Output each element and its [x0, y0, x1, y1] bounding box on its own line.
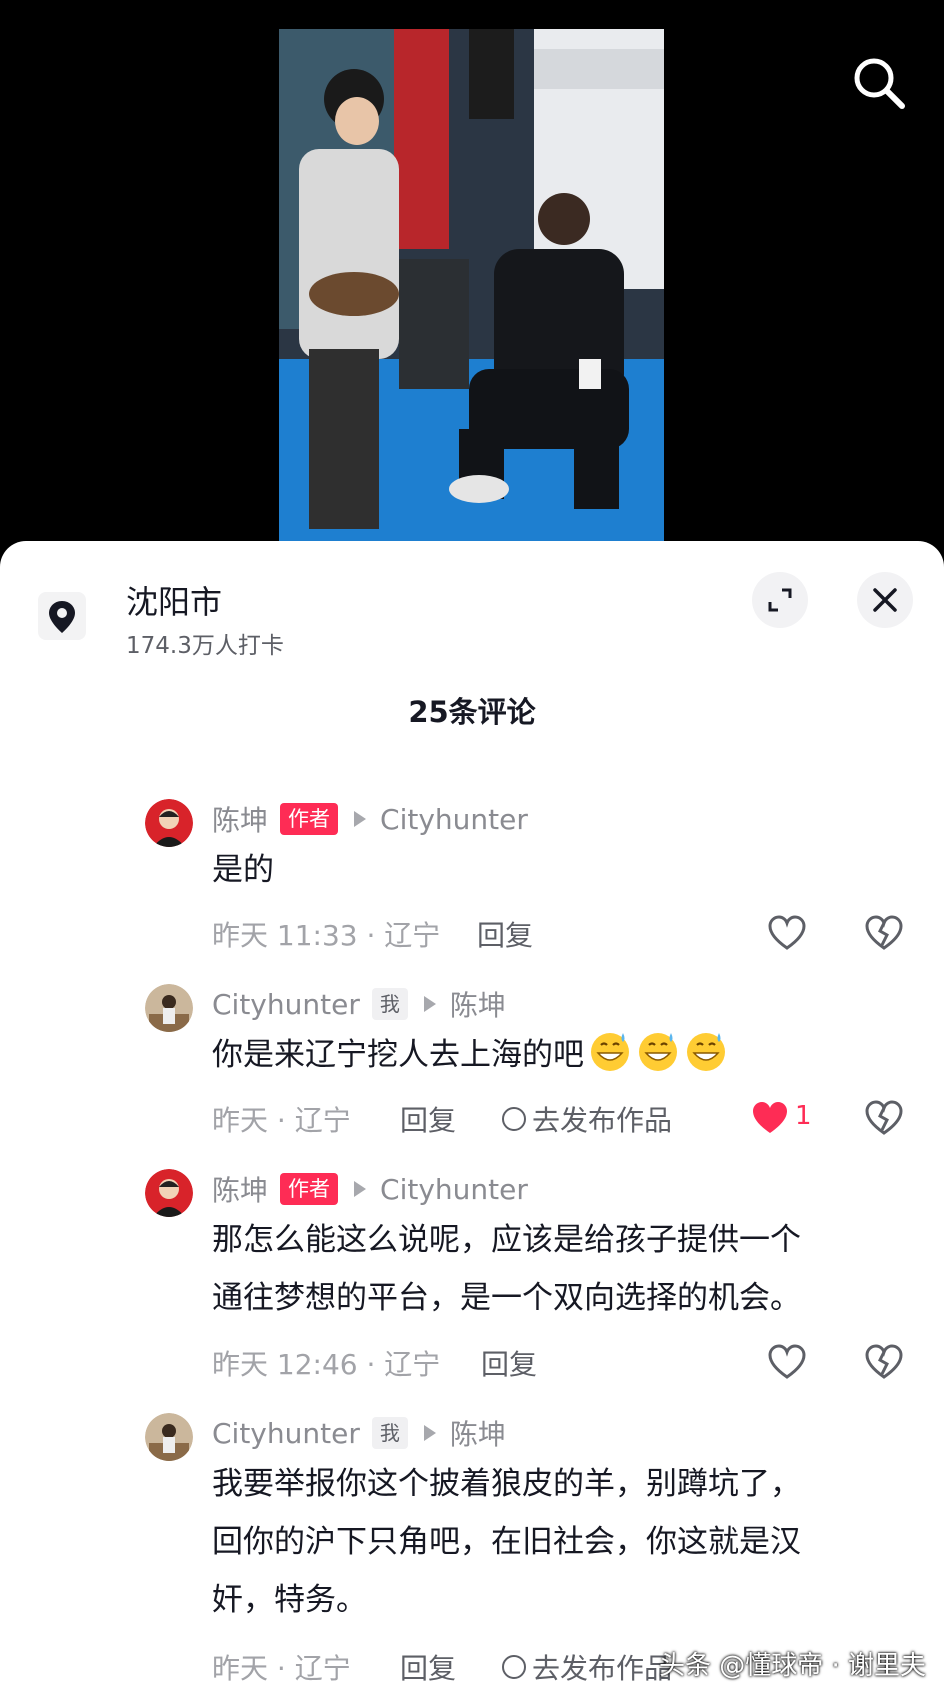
- comment-meta: 昨天 12:46 · 辽宁: [212, 1348, 441, 1381]
- comment-count: 25条评论: [408, 695, 536, 729]
- comment-text-line: 我要举报你这个披着狼皮的羊，别蹲坑了，: [212, 1466, 801, 1502]
- share-circle-icon: [502, 1107, 526, 1131]
- comment-text-line: 奸，特务。: [212, 1582, 367, 1618]
- location-title[interactable]: 沈阳市: [126, 577, 222, 623]
- reply-button[interactable]: 回复: [400, 1099, 456, 1139]
- comment-text-line: 通往梦想的平台，是一个双向选择的机会。: [212, 1280, 801, 1316]
- avatar[interactable]: [145, 799, 193, 847]
- heart-icon[interactable]: [748, 1096, 792, 1140]
- publish-label: 去发布作品: [532, 1652, 673, 1685]
- share-circle-icon: [502, 1655, 526, 1679]
- avatar[interactable]: [145, 1169, 193, 1217]
- reply-to-user[interactable]: 陈坤: [450, 984, 506, 1024]
- scrolled-comment-remnant: [0, 733, 944, 779]
- like-count: 1: [795, 1101, 812, 1131]
- dislike-icon[interactable]: [862, 1340, 906, 1384]
- watermark: 头条 @懂球帝 · 谢里夫: [658, 1651, 926, 1681]
- avatar[interactable]: [145, 1413, 193, 1461]
- expand-icon[interactable]: [752, 572, 808, 628]
- sweat-grin-emoji-icon: [639, 1033, 677, 1071]
- publish-label: 去发布作品: [532, 1104, 673, 1137]
- reply-arrow-icon: [423, 1425, 436, 1441]
- comment-sheet: 沈阳市 174.3万人打卡 25条评论 陈坤 作者 Cityhunter 是的 …: [0, 541, 944, 1696]
- comment-author[interactable]: 陈坤: [212, 1169, 268, 1209]
- comment-author-row: 陈坤 作者 Cityhunter: [212, 799, 528, 839]
- comment-author[interactable]: 陈坤: [212, 799, 268, 839]
- comment-author-row: Cityhunter 我 陈坤: [212, 984, 506, 1024]
- search-icon[interactable]: [848, 52, 910, 114]
- reply-button[interactable]: 回复: [400, 1647, 456, 1687]
- reply-arrow-icon: [354, 1181, 367, 1197]
- comment-text-row: 你是来辽宁挖人去上海的吧: [212, 1026, 892, 1084]
- publish-work-link[interactable]: 去发布作品: [502, 1099, 672, 1139]
- comment-text-line: 那怎么能这么说呢，应该是给孩子提供一个: [212, 1222, 801, 1258]
- video-area[interactable]: [0, 0, 944, 560]
- reply-arrow-icon: [423, 996, 436, 1012]
- reply-arrow-icon: [354, 811, 367, 827]
- author-badge: 作者: [280, 1173, 339, 1205]
- reply-to-user[interactable]: Cityhunter: [380, 1173, 528, 1206]
- reply-to-user[interactable]: 陈坤: [450, 1413, 506, 1453]
- comment-author[interactable]: Cityhunter: [212, 1417, 360, 1450]
- dislike-icon[interactable]: [862, 1096, 906, 1140]
- sweat-grin-emoji-icon: [687, 1033, 725, 1071]
- dislike-icon[interactable]: [862, 911, 906, 955]
- comment-text-line: 回你的沪下只角吧，在旧社会，你这就是汉: [212, 1524, 801, 1560]
- reply-button[interactable]: 回复: [477, 914, 533, 954]
- comment-text: 我要举报你这个披着狼皮的羊，别蹲坑了， 回你的沪下只角吧，在旧社会，你这就是汉 …: [212, 1455, 892, 1629]
- location-pin-icon[interactable]: [38, 592, 86, 640]
- publish-work-link[interactable]: 去发布作品: [502, 1647, 672, 1687]
- sweat-grin-emoji-icon: [591, 1033, 629, 1071]
- heart-icon[interactable]: [765, 1340, 809, 1384]
- self-badge: 我: [371, 1417, 408, 1449]
- comment-text: 那怎么能这么说呢，应该是给孩子提供一个 通往梦想的平台，是一个双向选择的机会。: [212, 1211, 892, 1327]
- location-checkins: 174.3万人打卡: [126, 633, 284, 659]
- close-icon[interactable]: [857, 572, 913, 628]
- comment-text: 你是来辽宁挖人去上海的吧: [212, 1037, 584, 1073]
- avatar[interactable]: [145, 984, 193, 1032]
- reply-button[interactable]: 回复: [481, 1343, 537, 1383]
- video-frame[interactable]: [279, 29, 664, 544]
- comment-author[interactable]: Cityhunter: [212, 988, 360, 1021]
- video-scene: [279, 29, 664, 544]
- reply-to-user[interactable]: Cityhunter: [380, 803, 528, 836]
- heart-icon[interactable]: [765, 911, 809, 955]
- self-badge: 我: [371, 988, 408, 1020]
- comment-author-row: Cityhunter 我 陈坤: [212, 1413, 506, 1453]
- comment-meta: 昨天 · 辽宁: [212, 1104, 351, 1137]
- author-badge: 作者: [280, 803, 339, 835]
- comment-meta: 昨天 · 辽宁: [212, 1652, 351, 1685]
- comment-author-row: 陈坤 作者 Cityhunter: [212, 1169, 528, 1209]
- comment-meta: 昨天 11:33 · 辽宁: [212, 919, 441, 952]
- comment-text: 是的: [212, 852, 274, 888]
